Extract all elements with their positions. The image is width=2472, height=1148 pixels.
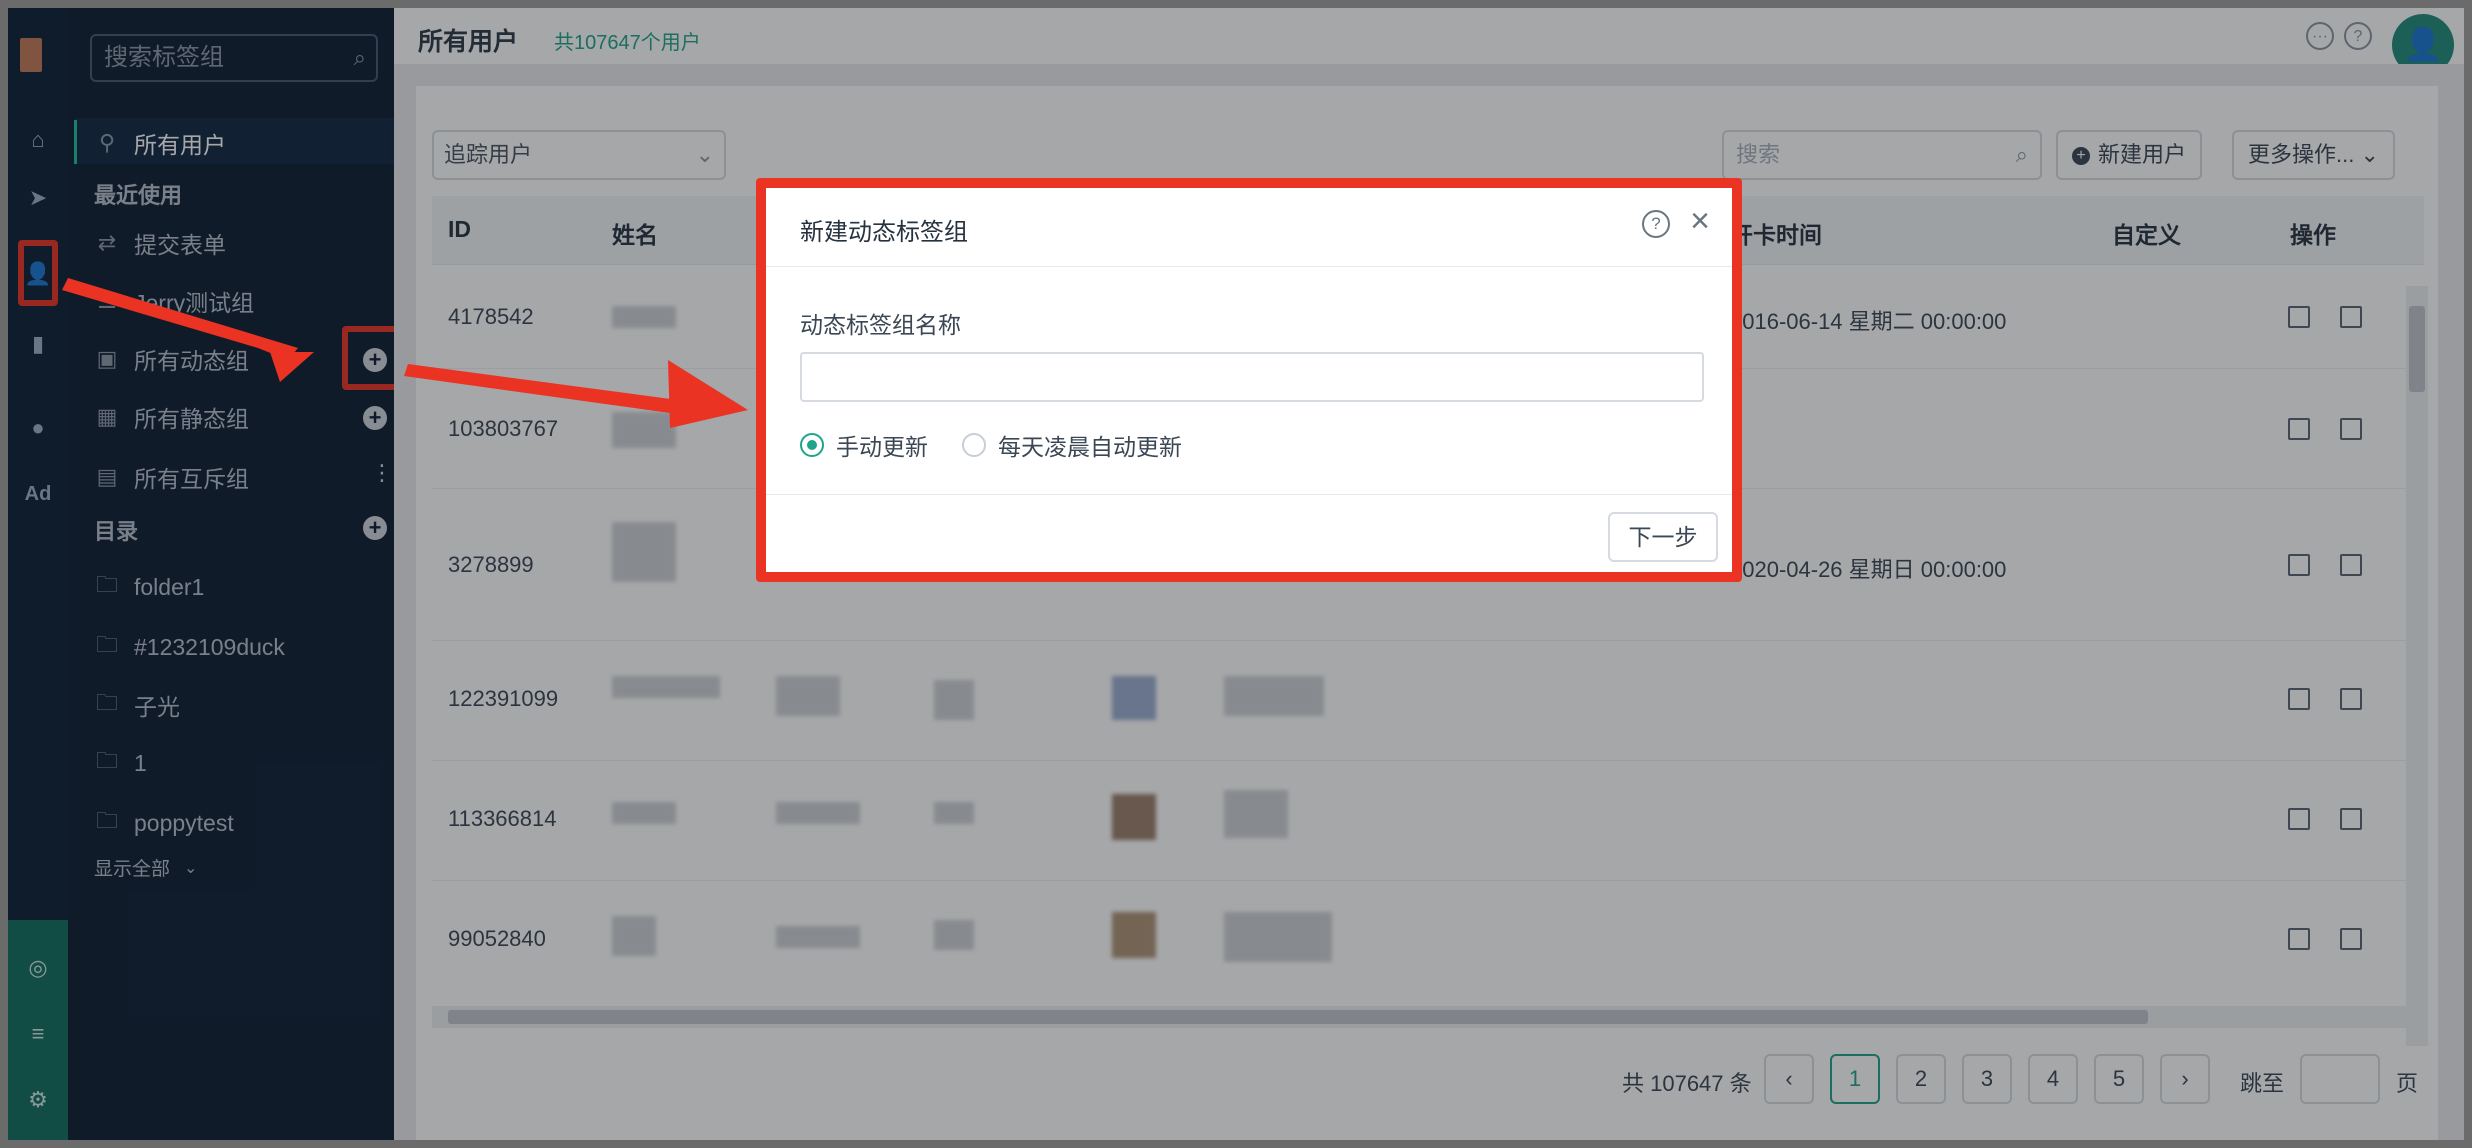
dialog-footer-divider: [766, 494, 1732, 495]
annotation-arrow-1: [62, 278, 298, 360]
radio-manual-update[interactable]: 手动更新: [800, 428, 928, 462]
radio-label: 每天凌晨自动更新: [998, 434, 1182, 460]
annotation-arrow-2-head: [668, 360, 748, 428]
help-icon[interactable]: ?: [1642, 210, 1670, 238]
app-window: ⌂ ➤ 👤 ▮ ● Ad ◎ ≡ ⚙ 搜索标签组 ⌕ ⚲ 所有用户 最近使用 ⇄…: [8, 8, 2464, 1140]
annotation-arrow-1-head: [270, 352, 314, 382]
radio-checked-icon: [800, 433, 824, 457]
next-step-button[interactable]: 下一步: [1608, 512, 1718, 562]
radio-label: 手动更新: [836, 434, 928, 460]
group-name-label: 动态标签组名称: [800, 312, 961, 338]
dialog-title: 新建动态标签组: [800, 219, 968, 246]
annotation-arrow-2: [404, 364, 708, 418]
new-dynamic-tag-group-dialog: 新建动态标签组 ? × 动态标签组名称 手动更新 每天凌晨自动更新 下一步: [766, 188, 1732, 572]
group-name-input[interactable]: [800, 352, 1704, 402]
radio-unchecked-icon: [962, 433, 986, 457]
close-icon[interactable]: ×: [1690, 202, 1710, 241]
radio-auto-update[interactable]: 每天凌晨自动更新: [962, 428, 1182, 462]
dialog-header: 新建动态标签组 ? ×: [766, 188, 1732, 267]
